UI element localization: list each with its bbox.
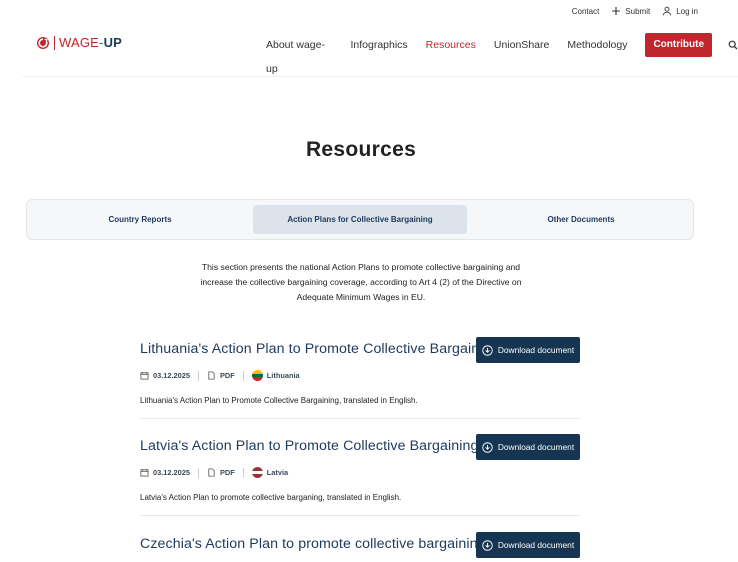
login-label: Log in <box>676 6 698 16</box>
logo-prefix: WAGE- <box>59 35 104 50</box>
nav-methodology[interactable]: Methodology <box>567 33 627 57</box>
resource-description: Lithuania's Action Plan to Promote Colle… <box>140 396 418 405</box>
calendar-icon <box>140 371 149 380</box>
resource-meta: 03.12.2025 PDF Latvia <box>140 467 288 478</box>
download-button[interactable]: Download document <box>476 532 580 558</box>
page-title: Resources <box>305 138 417 161</box>
meta-separator <box>198 370 199 381</box>
nav-infographics[interactable]: Infographics <box>350 33 407 57</box>
resource-format: PDF <box>220 468 235 477</box>
resource-meta: 03.12.2025 PDF Lithuania <box>140 370 300 381</box>
site-logo[interactable]: WAGE-UP <box>36 35 122 50</box>
logo-suffix: UP <box>103 35 123 50</box>
login-link[interactable]: Log in <box>662 6 698 16</box>
download-label: Download document <box>497 345 575 355</box>
download-icon <box>482 441 493 453</box>
logo-mark-icon <box>37 36 49 49</box>
logo-separator <box>54 35 55 50</box>
resource-title[interactable]: Lithuania's Action Plan to Promote Colle… <box>140 341 498 357</box>
nav-about[interactable]: About wage-up <box>266 33 332 75</box>
resource-country: Lithuania <box>266 371 300 380</box>
submit-link[interactable]: Submit <box>611 6 650 16</box>
intro-text: This section presents the national Actio… <box>200 262 522 302</box>
download-icon <box>482 539 493 551</box>
resource-title[interactable]: Czechia's Action Plan to promote collect… <box>140 536 486 552</box>
user-icon <box>662 6 672 16</box>
document-icon <box>208 468 215 477</box>
resource-date: 03.12.2025 <box>153 468 190 477</box>
resource-tabs: Country Reports Action Plans for Collect… <box>26 199 694 240</box>
calendar-icon <box>140 468 149 477</box>
item-divider <box>140 418 580 419</box>
download-button[interactable]: Download document <box>476 337 580 363</box>
contact-link[interactable]: Contact <box>572 7 600 16</box>
tab-other-documents[interactable]: Other Documents <box>475 205 687 234</box>
latvia-flag-icon <box>251 467 263 478</box>
download-button[interactable]: Download document <box>476 434 580 460</box>
item-divider <box>140 515 580 516</box>
tab-country-reports[interactable]: Country Reports <box>35 205 245 234</box>
meta-separator <box>242 370 244 381</box>
nav-unionshare[interactable]: UnionShare <box>494 33 549 57</box>
meta-separator <box>242 467 244 478</box>
download-icon <box>482 344 493 356</box>
contact-label: Contact <box>571 6 600 16</box>
resource-description: Latvia's Action Plan to promote collecti… <box>140 493 402 502</box>
search-button[interactable] <box>728 40 738 50</box>
utility-bar: Contact Submit Log in <box>572 6 698 16</box>
logo-text: WAGE-UP <box>59 35 122 50</box>
download-label: Download document <box>497 442 575 452</box>
contribute-button[interactable]: Contribute <box>645 33 712 57</box>
download-label: Download document <box>497 540 575 550</box>
resource-format: PDF <box>220 371 235 380</box>
header-divider <box>22 76 738 77</box>
resource-date: 03.12.2025 <box>153 371 190 380</box>
resource-title[interactable]: Latvia's Action Plan to Promote Collecti… <box>140 438 478 454</box>
nav-resources[interactable]: Resources <box>426 33 476 57</box>
main-nav: About wage-up Infographics Resources Uni… <box>266 33 738 75</box>
tab-action-plans[interactable]: Action Plans for Collective Bargaining <box>253 205 467 234</box>
plus-icon <box>612 7 621 15</box>
document-icon <box>208 371 215 380</box>
lithuania-flag-icon <box>251 370 263 381</box>
submit-label: Submit <box>625 6 651 16</box>
meta-separator <box>198 467 199 478</box>
resource-country: Latvia <box>266 468 289 477</box>
search-icon <box>728 40 738 50</box>
